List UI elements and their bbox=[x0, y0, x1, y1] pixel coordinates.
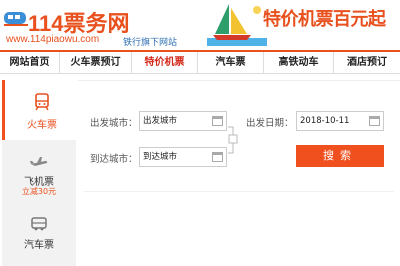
nav-item-home[interactable]: 网站首页 bbox=[0, 52, 60, 74]
date-value: 2018-10-11 bbox=[300, 116, 350, 126]
logo-url: www.114piaowu.com bbox=[6, 34, 100, 45]
main-nav: 网站首页 火车票预订 特价机票 汽车票 高铁动车 酒店预订 bbox=[0, 50, 400, 74]
calendar-icon[interactable] bbox=[369, 116, 380, 126]
plane-icon bbox=[30, 157, 48, 166]
date-label: 出发日期： bbox=[246, 118, 294, 129]
sailboat-illustration-icon bbox=[207, 4, 267, 46]
booking-panel: 火车票 飞机票 立减30元 汽车票 出发城市： 出发城市 到达城市： 到达城市 … bbox=[0, 80, 400, 266]
nav-item-train-booking[interactable]: 火车票预订 bbox=[60, 52, 132, 74]
swap-cities-icon[interactable] bbox=[228, 117, 238, 163]
bus-icon bbox=[31, 217, 47, 231]
city-picker-icon[interactable] bbox=[212, 152, 223, 162]
to-city-input[interactable]: 到达城市 bbox=[139, 147, 227, 167]
nav-item-cheap-flights[interactable]: 特价机票 bbox=[132, 52, 198, 74]
from-city-input[interactable]: 出发城市 bbox=[139, 111, 227, 131]
promo-banner[interactable]: 特价机票百元起 bbox=[207, 0, 400, 48]
from-city-label: 出发城市： bbox=[90, 118, 138, 129]
tab-bus-label: 汽车票 bbox=[24, 240, 54, 251]
tab-flight-promo: 立减30元 bbox=[21, 187, 57, 196]
city-picker-icon[interactable] bbox=[212, 116, 223, 126]
from-city-placeholder: 出发城市 bbox=[143, 116, 178, 126]
train-icon bbox=[35, 93, 49, 111]
tab-bus[interactable]: 汽车票 bbox=[2, 202, 76, 266]
form-divider bbox=[84, 191, 394, 192]
banner-text: 特价机票百元起 bbox=[263, 9, 386, 30]
logo-slogan: 铁行旗下网站 bbox=[123, 38, 178, 48]
tab-flight[interactable]: 飞机票 立减30元 bbox=[2, 140, 76, 202]
booking-tabs: 火车票 飞机票 立减30元 汽车票 bbox=[2, 80, 76, 266]
tab-train-label: 火车票 bbox=[27, 120, 57, 131]
date-input[interactable]: 2018-10-11 bbox=[296, 111, 384, 131]
site-header: 114票务网 www.114piaowu.com 铁行旗下网站 特价机票百元起 bbox=[0, 0, 400, 48]
nav-item-bus-tickets[interactable]: 汽车票 bbox=[198, 52, 264, 74]
tab-train[interactable]: 火车票 bbox=[2, 80, 76, 140]
search-button[interactable]: 搜索 bbox=[296, 145, 384, 167]
to-city-label: 到达城市： bbox=[90, 154, 138, 165]
to-city-placeholder: 到达城市 bbox=[143, 152, 178, 162]
nav-item-hotel-booking[interactable]: 酒店预订 bbox=[334, 52, 400, 74]
search-form: 出发城市： 出发城市 到达城市： 到达城市 出发日期： 2018-10-11 搜… bbox=[78, 80, 400, 266]
nav-item-high-speed-rail[interactable]: 高铁动车 bbox=[264, 52, 334, 74]
site-logo[interactable]: 114票务网 www.114piaowu.com 铁行旗下网站 bbox=[2, 4, 202, 48]
